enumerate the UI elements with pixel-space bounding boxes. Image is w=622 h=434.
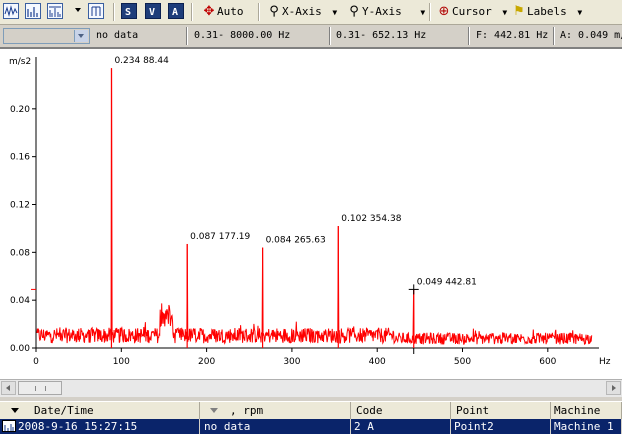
divider: [468, 27, 470, 45]
spectrum-icon: [2, 420, 16, 432]
spectrum-icon[interactable]: [25, 3, 41, 19]
scroll-right-button[interactable]: [606, 381, 621, 395]
flag-icon: ⚑: [513, 4, 525, 19]
peak-annotation: 0.084 265.63: [266, 236, 326, 246]
toolbar-separator: [429, 3, 431, 21]
y-axis-unit: m/s2: [9, 57, 31, 67]
horizontal-scrollbar[interactable]: [0, 379, 622, 397]
toolbar: S V A ✥ Auto ⚲ X-Axis ▼ ⚲ Y-Axis ▼ ⊕ Cursor …: [0, 0, 622, 25]
x-tick-label: 400: [369, 357, 386, 367]
peak-annotation: 0.234 88.44: [114, 56, 169, 66]
divider: [553, 27, 555, 45]
peak-annotation: 0.087 177.19: [190, 232, 250, 242]
y-tick-label: 0.16: [10, 153, 30, 163]
x-tick-label: 500: [454, 357, 471, 367]
scroll-left-button[interactable]: [1, 381, 16, 395]
chevron-down-icon[interactable]: [74, 30, 88, 42]
harmonic-icon[interactable]: [88, 3, 104, 19]
column-machine[interactable]: Machine: [551, 402, 622, 419]
column-code[interactable]: Code: [351, 402, 451, 419]
speed-select[interactable]: [3, 28, 90, 44]
table-header: Date/Time , rpm Code Point Machine: [0, 401, 622, 420]
peak-annotation: 0.049 442.81: [417, 277, 477, 287]
cell-code[interactable]: 2 A: [351, 419, 451, 434]
cell-point[interactable]: Point2: [451, 419, 551, 434]
toolbar-separator: [113, 3, 115, 21]
column-point[interactable]: Point: [451, 402, 551, 419]
column-rpm[interactable]: , rpm: [200, 402, 351, 419]
toolbar-separator: [191, 3, 193, 21]
y-tick-label: 0.04: [10, 296, 30, 306]
cell-date-time[interactable]: 2008-9-16 15:27:15: [0, 419, 200, 434]
chevron-down-icon: ▼: [420, 8, 426, 17]
chevron-down-icon: ▼: [577, 8, 583, 17]
x-tick-label: 100: [113, 357, 130, 367]
x-tick-label: 0: [33, 357, 39, 367]
svg-text:A: A: [172, 7, 178, 18]
status-bar: no data 0.31- 8000.00 Hz 0.31- 652.13 Hz…: [0, 25, 622, 48]
x-axis-unit: Hz: [599, 357, 611, 367]
spectrum-chart[interactable]: m/s2 Hz 0.00 0.04 0.08 0.12 0.16 0.20 0 100 200 300…: [0, 49, 622, 379]
crosshair-icon: ⊕: [438, 4, 450, 19]
full-frequency-range: 0.31- 8000.00 Hz: [194, 30, 291, 41]
cursor-amplitude: A: 0.049 m/: [560, 30, 622, 41]
chevron-down-icon: ▼: [332, 8, 338, 17]
spectrum-plot[interactable]: m/s2 Hz 0.00 0.04 0.08 0.12 0.16 0.20 0 100 200 300…: [0, 48, 622, 379]
spectrum-compare-icon[interactable]: [47, 3, 63, 19]
y-tick-label: 0.12: [10, 201, 30, 211]
svg-text:V: V: [149, 7, 155, 18]
y-tick-label: 0.00: [10, 344, 30, 354]
y-tick-label: 0.08: [10, 248, 30, 258]
peak-annotation: 0.102 354.38: [341, 214, 401, 224]
sort-down-icon: [11, 408, 19, 413]
toolbar-separator: [258, 3, 260, 21]
x-tick-label: 600: [539, 357, 556, 367]
speed-value: no data: [96, 30, 139, 41]
x-tick-label: 300: [283, 357, 300, 367]
y-tick-label: 0.20: [10, 105, 30, 115]
labels-button[interactable]: ⚑ Labels ▼: [511, 3, 582, 21]
move-arrows-icon: ✥: [203, 4, 215, 19]
view-frequency-range: 0.31- 652.13 Hz: [336, 30, 427, 41]
divider: [329, 27, 331, 45]
sort-down-icon: [210, 408, 218, 413]
chevron-down-icon[interactable]: [75, 8, 81, 12]
cursor-frequency: F: 442.81 Hz: [476, 30, 549, 41]
scale-x-icon[interactable]: S: [121, 3, 137, 19]
spectrum-series-line: [36, 68, 593, 345]
cell-rpm[interactable]: no data: [200, 419, 351, 434]
divider: [186, 27, 188, 45]
x-axis-button[interactable]: ⚲ X-Axis ▼: [266, 3, 337, 21]
x-tick-label: 200: [198, 357, 215, 367]
y-axis-button[interactable]: ⚲ Y-Axis ▼: [346, 3, 425, 21]
cell-machine[interactable]: Machine 1: [551, 419, 622, 434]
zoom-icon: ⚲: [349, 4, 359, 19]
cursor-button[interactable]: ⊕ Cursor ▼: [436, 3, 508, 21]
chevron-down-icon: ▼: [502, 8, 508, 17]
column-date-time[interactable]: Date/Time: [0, 402, 200, 419]
zoom-icon: ⚲: [269, 4, 279, 19]
auto-button[interactable]: ✥ Auto: [201, 3, 244, 21]
table-row[interactable]: 2008-9-16 15:27:15 no data 2 A Point2 Ma…: [0, 419, 622, 434]
scale-auto-icon[interactable]: A: [168, 3, 184, 19]
waveform-icon[interactable]: [3, 3, 19, 19]
scrollbar-thumb[interactable]: [18, 381, 62, 395]
scale-y-icon[interactable]: V: [145, 3, 161, 19]
svg-text:S: S: [125, 7, 131, 18]
